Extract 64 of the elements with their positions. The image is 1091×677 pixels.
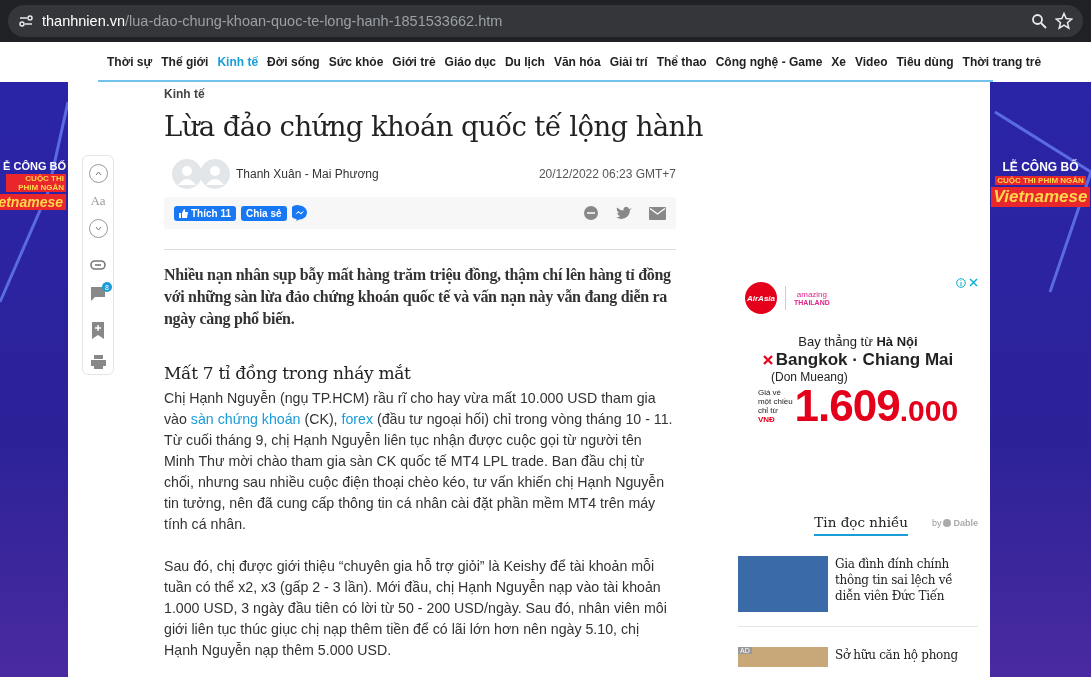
body-paragraph: Sau đó, chị được giới thiệu “chuyên gia hỗ trợ giỏi” là Keishy để tài khoản mỗi tuần có thể x2, x3 (gấp 2 - 3 lần). Mới đầu, chị Hạnh Nguyễn nạp vào tài khoản 1.000 USD, 3 ngày đầu tiên có lời từ 50 - 200 USD/ngày. Sau đó, nhân viên môi giới liên tục thúc giục chị nạp thêm tiền để có lãi lớn hơn nên ngày 5.10, chị Hạnh Nguyễn nạp thêm 5.000 USD. <box>164 557 668 660</box>
nav-link[interactable]: Công nghệ - Game <box>715 55 823 69</box>
lead-paragraph: Nhiều nạn nhân sụp bẫy mất hàng trăm triệu đồng, thậm chí lên hàng tỉ đồng với những sàn lừa đảo chứng khoán quốc tế và vấn nạn này vẫn đang diễn ra ngày càng phổ biến. <box>164 265 672 330</box>
mail-icon[interactable] <box>649 206 666 220</box>
ad-headline: Bay thẳng từ Hà Nội <box>798 334 918 349</box>
comment-icon[interactable] <box>90 286 106 302</box>
banner-subtitle: CUỘC THI PHIM NGẮN <box>6 174 66 192</box>
ad-price-suffix: .000 <box>899 394 959 428</box>
info-icon[interactable] <box>956 278 966 288</box>
nav-link[interactable]: Giới trẻ <box>392 55 436 69</box>
bookmark-star-icon[interactable] <box>1055 12 1073 30</box>
nav-link[interactable]: Video <box>855 55 888 69</box>
address-bar[interactable]: thanhnien.vn/lua-dao-chung-khoan-quoc-te-long-hanh-1851533662.htm <box>8 5 1083 37</box>
body-paragraph: Chị Hạnh Nguyễn (ngụ TP.HCM) rầu rĩ cho hay vừa mất 10.000 USD tham gia vào sàn chứng khoán (CK), forex (đầu tư ngoại hối) chỉ trong vòng tháng 10 - 11. Từ cuối tháng 9, chị Hạnh Nguyễn liên tục nhận được cuộc gọi từ người tên Minh Thư mời chào tham gia sàn CK quốc tế MT4 LPL trade. Ban đầu chị từ chối, nhưng sau nhiều cuộc điện thoại chèo kéo, tư vấn khiến chị Hạnh Nguyễn tin tưởng, nên đã cung cấp thông tin cá nhân cài đặt phần mềm MT4 trên máy tính cá nhân. <box>164 389 674 534</box>
nav-link[interactable]: Giáo dục <box>444 55 496 69</box>
nav-link[interactable]: Xe <box>831 55 846 69</box>
nav-link[interactable]: Giải trí <box>609 55 648 69</box>
article-link[interactable]: Sở hữu căn hộ phong <box>835 647 958 667</box>
article-title: Lừa đảo chứng khoán quốc tế lộng hành <box>164 109 703 144</box>
chevron-down-icon <box>94 226 102 231</box>
nav-link[interactable]: Thời sự <box>107 55 153 69</box>
chevron-up-icon <box>94 171 102 176</box>
ad-route: Bangkok · Chiang Mai <box>775 350 954 370</box>
section-heading: Mất 7 tỉ đồng trong nháy mắt <box>164 363 412 383</box>
bookmark-add-icon[interactable] <box>92 322 104 339</box>
bird-icon[interactable] <box>616 206 632 220</box>
nav-link[interactable]: Sức khỏe <box>328 55 384 69</box>
promo-banner[interactable]: LỄ CÔNG BỐ CUỘC THI PHIM NGẮN Vietnamese <box>990 82 1091 677</box>
url-text: thanhnien.vn/lua-dao-chung-khoan-quoc-te-long-hanh-1851533662.htm <box>42 13 503 29</box>
nav-link[interactable]: Văn hóa <box>553 55 601 69</box>
author-name[interactable]: Thanh Xuân - Mai Phương <box>236 167 531 181</box>
banner-headline: Ễ CÔNG BỐ <box>3 160 66 172</box>
provider-name: Dable <box>953 518 978 528</box>
close-icon[interactable] <box>969 278 978 287</box>
publish-date: 20/12/2022 06:23 GMT+7 <box>538 167 676 181</box>
share-button[interactable]: Chia sẻ <box>241 205 287 221</box>
airline-logo: AirAsia <box>745 282 777 314</box>
banner-logo-text: Vietnamese <box>990 187 1091 207</box>
section-title: Tin đọc nhiều <box>814 514 908 536</box>
ad-airport: (Don Mueang) <box>771 370 848 384</box>
like-button[interactable]: Thích 11 <box>174 205 236 221</box>
provider-logo-icon <box>943 519 952 527</box>
nav-link[interactable]: Thể thao <box>656 55 707 69</box>
site-settings-icon[interactable] <box>18 13 34 29</box>
banner-headline: LỄ CÔNG BỐ <box>1002 160 1079 174</box>
thumbs-up-icon <box>179 208 188 218</box>
nav-link[interactable]: Thời trang trẻ <box>962 55 1042 69</box>
zoom-icon[interactable] <box>1031 13 1047 29</box>
print-icon[interactable] <box>90 355 106 369</box>
avatar-icon <box>172 159 202 189</box>
nav-link[interactable]: Du lịch <box>504 55 545 69</box>
price-note: Giá vé một chiều chỉ từ VNĐ <box>757 388 793 424</box>
by-label: by <box>931 518 942 528</box>
nav-link[interactable]: Tiêu dùng <box>896 55 954 69</box>
avatar-icon <box>200 159 230 189</box>
category-link[interactable]: Kinh tế <box>164 87 676 101</box>
ad-price: 1.609 <box>794 384 900 428</box>
link-icon[interactable] <box>90 260 106 270</box>
article-link[interactable]: Gia đình đính chính thông tin sai lệch về diễn viên Đức Tiến <box>835 556 978 612</box>
font-size-label: Aa <box>90 193 106 209</box>
messenger-icon[interactable] <box>291 205 308 221</box>
nav-link[interactable]: Đời sống <box>267 55 320 69</box>
nav-link[interactable]: Thế giới <box>161 55 209 69</box>
banner-subtitle: CUỘC THI PHIM NGẮN <box>995 176 1086 185</box>
